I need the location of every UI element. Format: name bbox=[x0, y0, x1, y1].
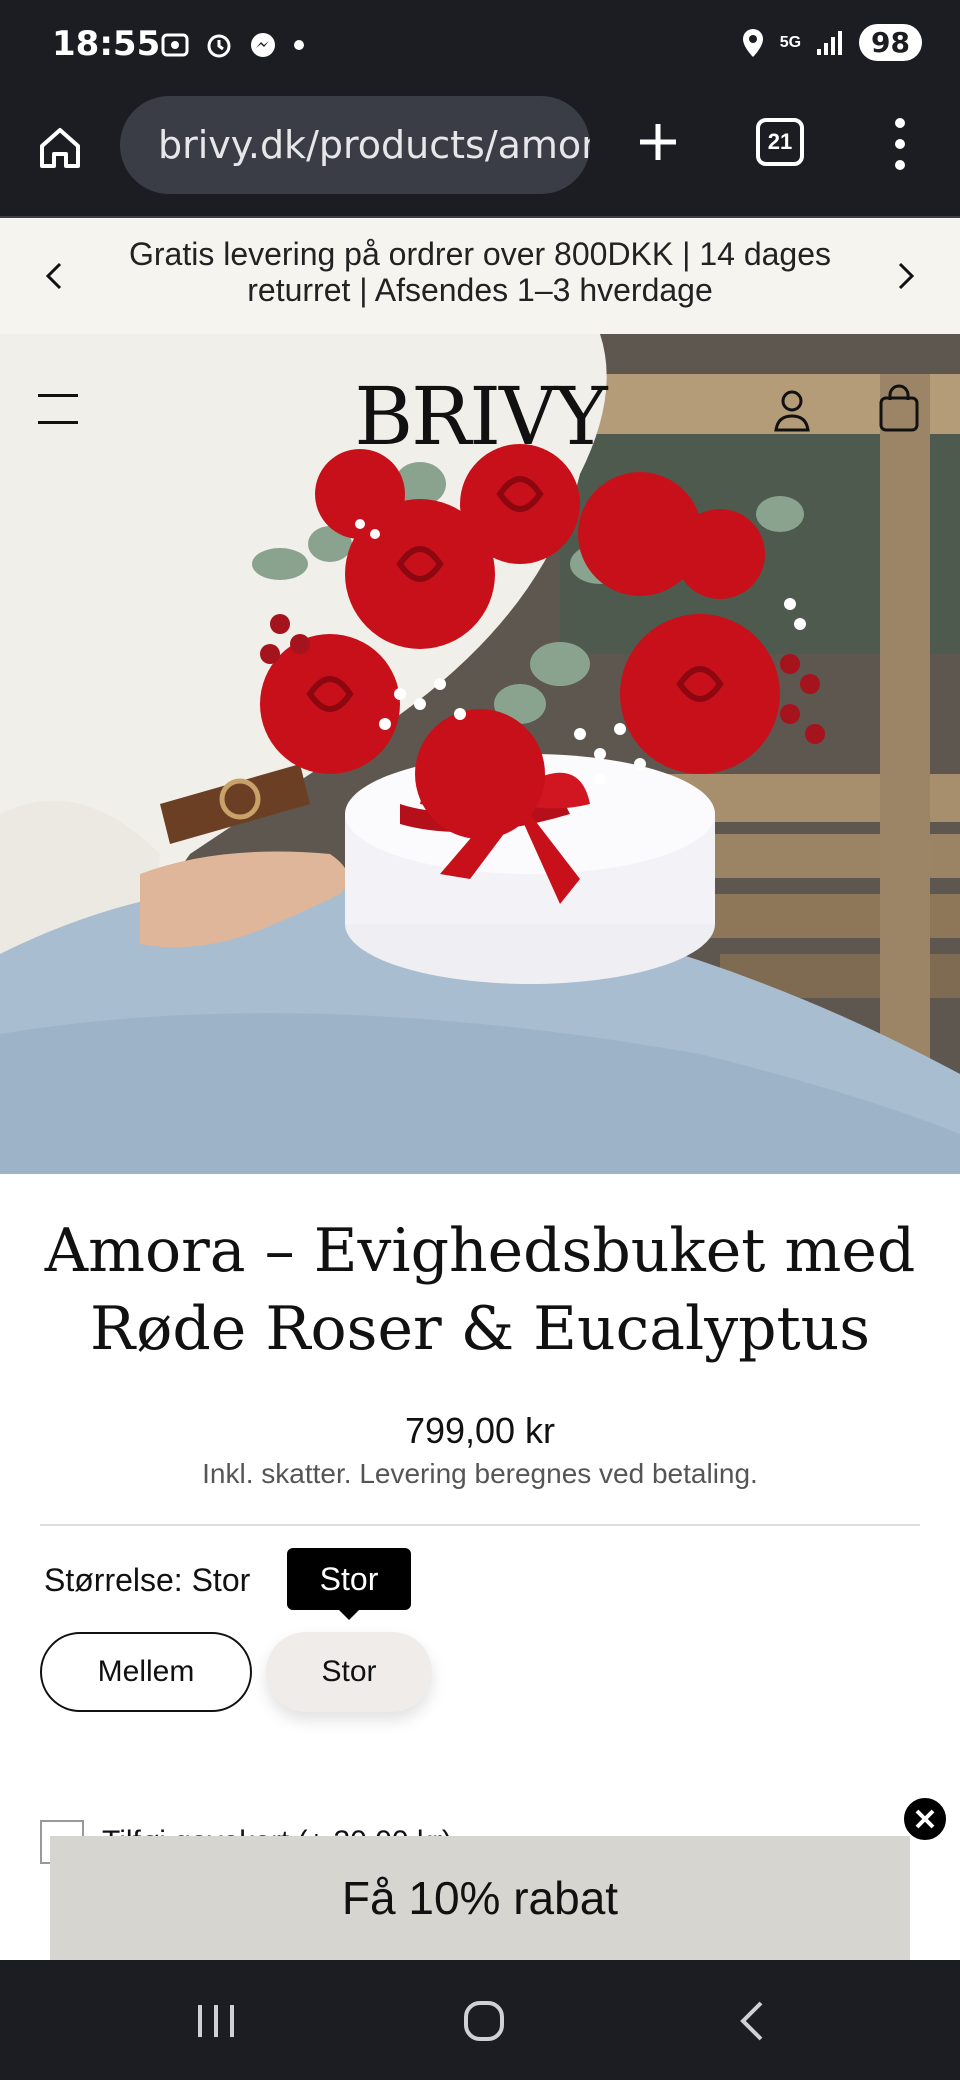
back-icon bbox=[740, 2001, 763, 2041]
plus-icon bbox=[640, 124, 676, 160]
divider bbox=[40, 1524, 920, 1526]
discount-popup-button[interactable]: Få 10% rabat bbox=[50, 1836, 910, 1960]
recents-button[interactable] bbox=[186, 1996, 246, 2046]
menu-dot bbox=[895, 118, 905, 128]
tax-note: Inkl. skatter. Levering beregnes ved bet… bbox=[202, 1458, 758, 1489]
new-tab-button[interactable] bbox=[628, 112, 688, 172]
size-label: Størrelse: Stor bbox=[44, 1562, 251, 1598]
messenger-icon bbox=[251, 33, 275, 57]
recents-icon bbox=[198, 2005, 234, 2037]
location-icon bbox=[742, 28, 763, 57]
network-type: 5G bbox=[779, 33, 802, 51]
product-title: Amora – Evighedsbuket med Røde Roser & E… bbox=[44, 1216, 916, 1364]
home-icon bbox=[40, 128, 80, 168]
site-logo[interactable]: BRIVY bbox=[0, 370, 960, 463]
url-text: brivy.dk/products/amora bbox=[158, 123, 590, 167]
browser-toolbar: brivy.dk/products/amora 21 bbox=[0, 88, 960, 218]
status-time: 18:55 bbox=[52, 24, 161, 64]
status-bar: 18:55 5G 98 bbox=[0, 0, 960, 88]
home-button[interactable] bbox=[30, 118, 90, 178]
alarm-icon bbox=[207, 34, 231, 58]
account-icon[interactable] bbox=[772, 388, 812, 432]
chevron-left-icon bbox=[45, 262, 62, 290]
chevron-right-icon bbox=[898, 262, 915, 290]
address-bar[interactable]: brivy.dk/products/amora bbox=[120, 96, 590, 194]
cart-icon[interactable] bbox=[878, 384, 920, 432]
menu-dot bbox=[895, 139, 905, 149]
variant-mellem-button[interactable]: Mellem bbox=[40, 1632, 252, 1712]
announcement-bar: Gratis levering på ordrer over 800DKK | … bbox=[0, 218, 960, 334]
screenshot-icon bbox=[161, 33, 189, 57]
notification-icons bbox=[160, 30, 306, 60]
home-circle-icon bbox=[464, 2001, 504, 2041]
tab-switcher-button[interactable]: 21 bbox=[756, 118, 804, 166]
system-icons: 5G 98 bbox=[740, 24, 922, 61]
dot-icon bbox=[294, 40, 304, 50]
product-price: 799,00 kr bbox=[404, 1410, 556, 1451]
variant-stor-button[interactable]: Stor bbox=[266, 1632, 432, 1712]
browser-menu-button[interactable] bbox=[880, 114, 920, 174]
menu-dot bbox=[895, 160, 905, 170]
announcement-text: Gratis levering på ordrer over 800DKK | … bbox=[128, 236, 831, 308]
discount-close-button[interactable] bbox=[902, 1796, 948, 1842]
home-nav-button[interactable] bbox=[454, 1996, 514, 2046]
signal-icon bbox=[817, 30, 843, 55]
system-nav-bar bbox=[0, 1960, 960, 2080]
back-button[interactable] bbox=[722, 1996, 782, 2046]
product-hero-image: BRIVY bbox=[0, 334, 960, 1174]
close-icon bbox=[915, 1809, 935, 1829]
announcement-prev-button[interactable] bbox=[34, 254, 74, 298]
size-tooltip: Stor bbox=[287, 1548, 411, 1620]
battery-indicator: 98 bbox=[859, 24, 922, 61]
announcement-next-button[interactable] bbox=[886, 254, 926, 298]
